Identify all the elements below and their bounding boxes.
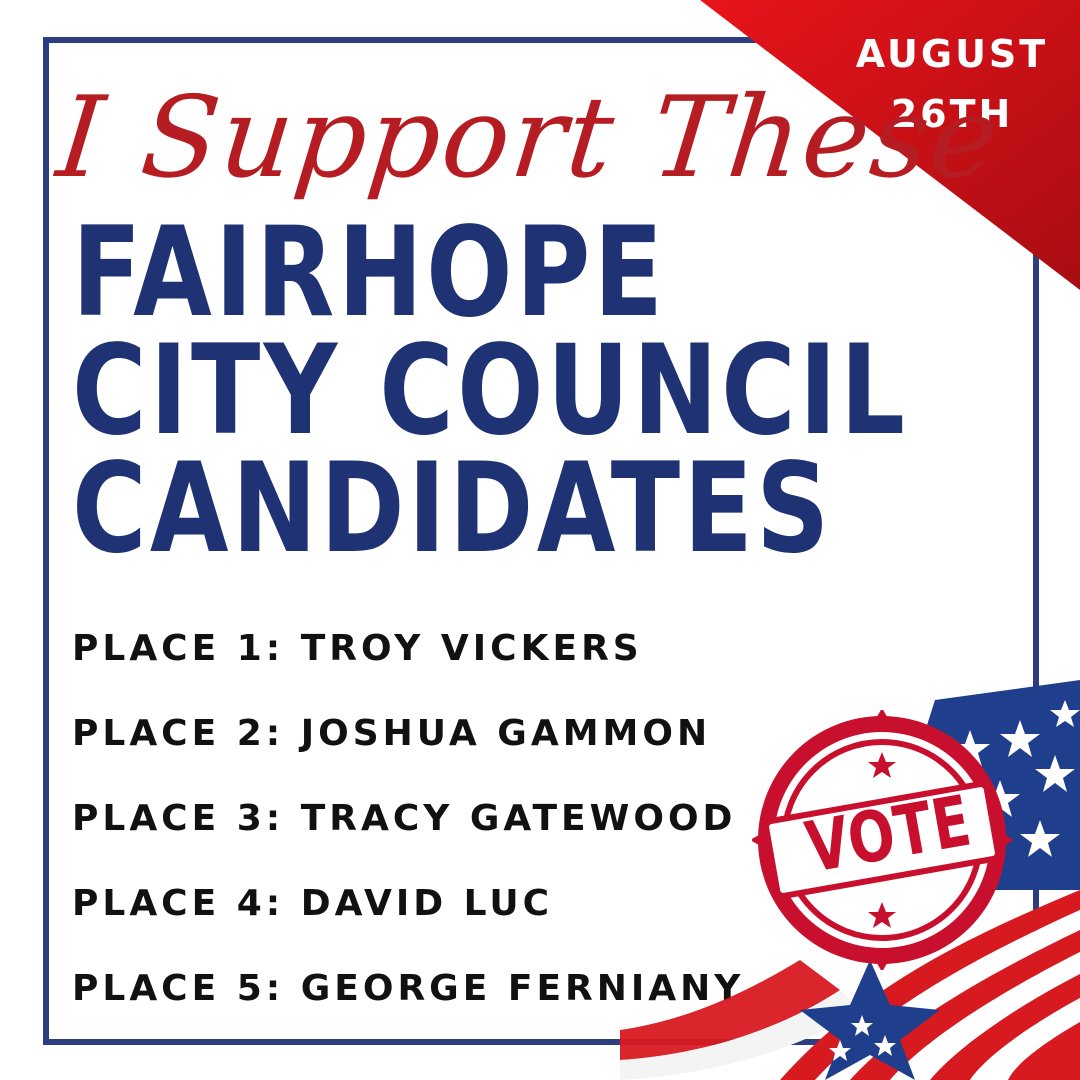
headline-line-1: FAIRHOPE — [72, 201, 667, 345]
headline: FAIRHOPE CITY COUNCIL CANDIDATES — [72, 201, 909, 581]
headline-line-2: CITY COUNCIL — [72, 319, 909, 463]
headline-line-3: CANDIDATES — [72, 437, 833, 581]
